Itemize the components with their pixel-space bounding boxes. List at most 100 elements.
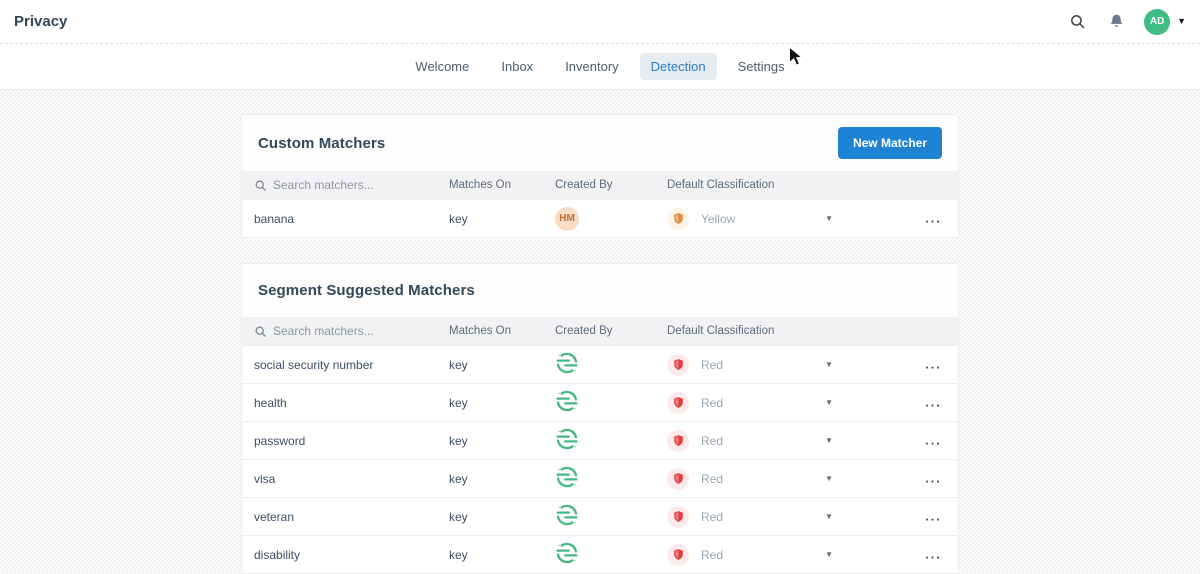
suggested-matchers-table-header: Matches On Created By Default Classifica… bbox=[242, 317, 958, 345]
row-menu-button[interactable]: ●●● bbox=[925, 556, 942, 561]
table-row: bananakeyHM Yellow ▼ ●●● bbox=[242, 199, 958, 237]
matcher-name: visa bbox=[242, 472, 449, 486]
new-matcher-button[interactable]: New Matcher bbox=[838, 127, 942, 159]
created-by-cell bbox=[555, 427, 667, 454]
dropdown-caret-icon[interactable]: ▼ bbox=[825, 512, 833, 521]
segment-logo-icon bbox=[555, 478, 579, 492]
tab-inventory[interactable]: Inventory bbox=[554, 53, 629, 80]
matches-on-value: key bbox=[449, 548, 555, 562]
search-icon[interactable] bbox=[1066, 11, 1088, 33]
classification-select[interactable]: Red ▼ bbox=[667, 468, 847, 490]
dropdown-caret-icon[interactable]: ▼ bbox=[825, 214, 833, 223]
user-menu-caret-icon[interactable]: ▼ bbox=[1177, 17, 1186, 26]
custom-matchers-rows: bananakeyHM Yellow ▼ ●●● bbox=[242, 199, 958, 237]
table-row: veterankey Red▼●●● bbox=[242, 497, 958, 535]
matcher-name: health bbox=[242, 396, 449, 410]
col-default-classification: Default Classification bbox=[667, 179, 847, 191]
matcher-name: password bbox=[242, 434, 449, 448]
shield-icon bbox=[667, 430, 689, 452]
created-by-cell bbox=[555, 503, 667, 530]
suggested-matchers-header: Segment Suggested Matchers bbox=[242, 264, 958, 317]
table-row: passwordkey Red ▼ ●●● bbox=[242, 421, 958, 459]
custom-matchers-table-header: Matches On Created By Default Classifica… bbox=[242, 171, 958, 199]
tab-detection[interactable]: Detection bbox=[640, 53, 717, 80]
classification-select[interactable]: Yellow ▼ bbox=[667, 208, 847, 230]
row-menu-button[interactable]: ●●● bbox=[925, 404, 942, 409]
matches-on-value: key bbox=[449, 472, 555, 486]
row-actions: ●●● bbox=[847, 548, 958, 562]
table-row: social security numberkey Red ▼ ●●● bbox=[242, 345, 958, 383]
suggested-matchers-rows: social security numberkey Red▼●●●healthk… bbox=[242, 345, 958, 573]
user-avatar[interactable]: AD bbox=[1144, 9, 1170, 35]
classification-value: Red bbox=[701, 510, 723, 524]
classification-select[interactable]: Red ▼ bbox=[667, 354, 847, 376]
classification-select[interactable]: Red ▼ bbox=[667, 430, 847, 452]
col-default-classification: Default Classification bbox=[667, 325, 847, 337]
segment-logo-icon bbox=[555, 364, 579, 378]
classification-value: Red bbox=[701, 472, 723, 486]
shield-icon bbox=[667, 544, 689, 566]
dropdown-caret-icon[interactable]: ▼ bbox=[825, 550, 833, 559]
app-title: Privacy bbox=[14, 13, 67, 30]
col-matches-on: Matches On bbox=[449, 179, 555, 191]
row-menu-button[interactable]: ●●● bbox=[925, 480, 942, 485]
classification-value: Red bbox=[701, 548, 723, 562]
row-actions: ●●● bbox=[847, 472, 958, 486]
classification-value: Red bbox=[701, 434, 723, 448]
dropdown-caret-icon[interactable]: ▼ bbox=[825, 398, 833, 407]
tab-settings[interactable]: Settings bbox=[727, 53, 796, 80]
segment-logo-icon bbox=[555, 516, 579, 530]
dropdown-caret-icon[interactable]: ▼ bbox=[825, 360, 833, 369]
custom-matchers-header: Custom Matchers New Matcher bbox=[242, 115, 958, 171]
row-actions: ●●● bbox=[847, 212, 958, 226]
custom-matchers-card: Custom Matchers New Matcher Matches On C… bbox=[241, 114, 959, 238]
col-matches-on: Matches On bbox=[449, 325, 555, 337]
matcher-name: social security number bbox=[242, 358, 449, 372]
tab-welcome[interactable]: Welcome bbox=[404, 53, 480, 80]
segment-logo-icon bbox=[555, 554, 579, 568]
shield-icon bbox=[667, 468, 689, 490]
matches-on-value: key bbox=[449, 358, 555, 372]
created-by-cell: HM bbox=[555, 207, 667, 231]
row-actions: ●●● bbox=[847, 358, 958, 372]
matches-on-value: key bbox=[449, 434, 555, 448]
dropdown-caret-icon[interactable]: ▼ bbox=[825, 436, 833, 445]
user-menu[interactable]: AD ▼ bbox=[1144, 9, 1186, 35]
search-matchers-input[interactable] bbox=[273, 178, 403, 192]
col-created-by: Created By bbox=[555, 325, 667, 337]
creator-avatar: HM bbox=[555, 207, 579, 231]
search-icon bbox=[254, 325, 267, 338]
row-actions: ●●● bbox=[847, 396, 958, 410]
matcher-name: disability bbox=[242, 548, 449, 562]
dropdown-caret-icon[interactable]: ▼ bbox=[825, 474, 833, 483]
created-by-cell bbox=[555, 351, 667, 378]
matches-on-value: key bbox=[449, 510, 555, 524]
row-menu-button[interactable]: ●●● bbox=[925, 220, 942, 225]
matcher-search bbox=[242, 324, 449, 338]
classification-value: Yellow bbox=[701, 212, 735, 226]
segment-logo-icon bbox=[555, 440, 579, 454]
row-actions: ●●● bbox=[847, 510, 958, 524]
table-row: visakey Red ▼ ●●● bbox=[242, 459, 958, 497]
main-content: Custom Matchers New Matcher Matches On C… bbox=[0, 90, 1200, 574]
classification-select[interactable]: Red ▼ bbox=[667, 544, 847, 566]
table-row: disabilitykey Red ▼ ●●● bbox=[242, 535, 958, 573]
created-by-cell bbox=[555, 389, 667, 416]
classification-select[interactable]: Red ▼ bbox=[667, 506, 847, 528]
col-created-by: Created By bbox=[555, 179, 667, 191]
table-row: healthkey Red▼●●● bbox=[242, 383, 958, 421]
row-actions: ●●● bbox=[847, 434, 958, 448]
search-matchers-input[interactable] bbox=[273, 324, 403, 338]
row-menu-button[interactable]: ●●● bbox=[925, 518, 942, 523]
classification-select[interactable]: Red ▼ bbox=[667, 392, 847, 414]
matches-on-value: key bbox=[449, 212, 555, 226]
classification-value: Red bbox=[701, 396, 723, 410]
classification-value: Red bbox=[701, 358, 723, 372]
topbar-actions: AD ▼ bbox=[1066, 9, 1186, 35]
row-menu-button[interactable]: ●●● bbox=[925, 366, 942, 371]
matcher-name: banana bbox=[242, 212, 449, 226]
row-menu-button[interactable]: ●●● bbox=[925, 442, 942, 447]
tab-inbox[interactable]: Inbox bbox=[490, 53, 544, 80]
shield-icon bbox=[667, 392, 689, 414]
notifications-bell-icon[interactable] bbox=[1105, 11, 1127, 33]
